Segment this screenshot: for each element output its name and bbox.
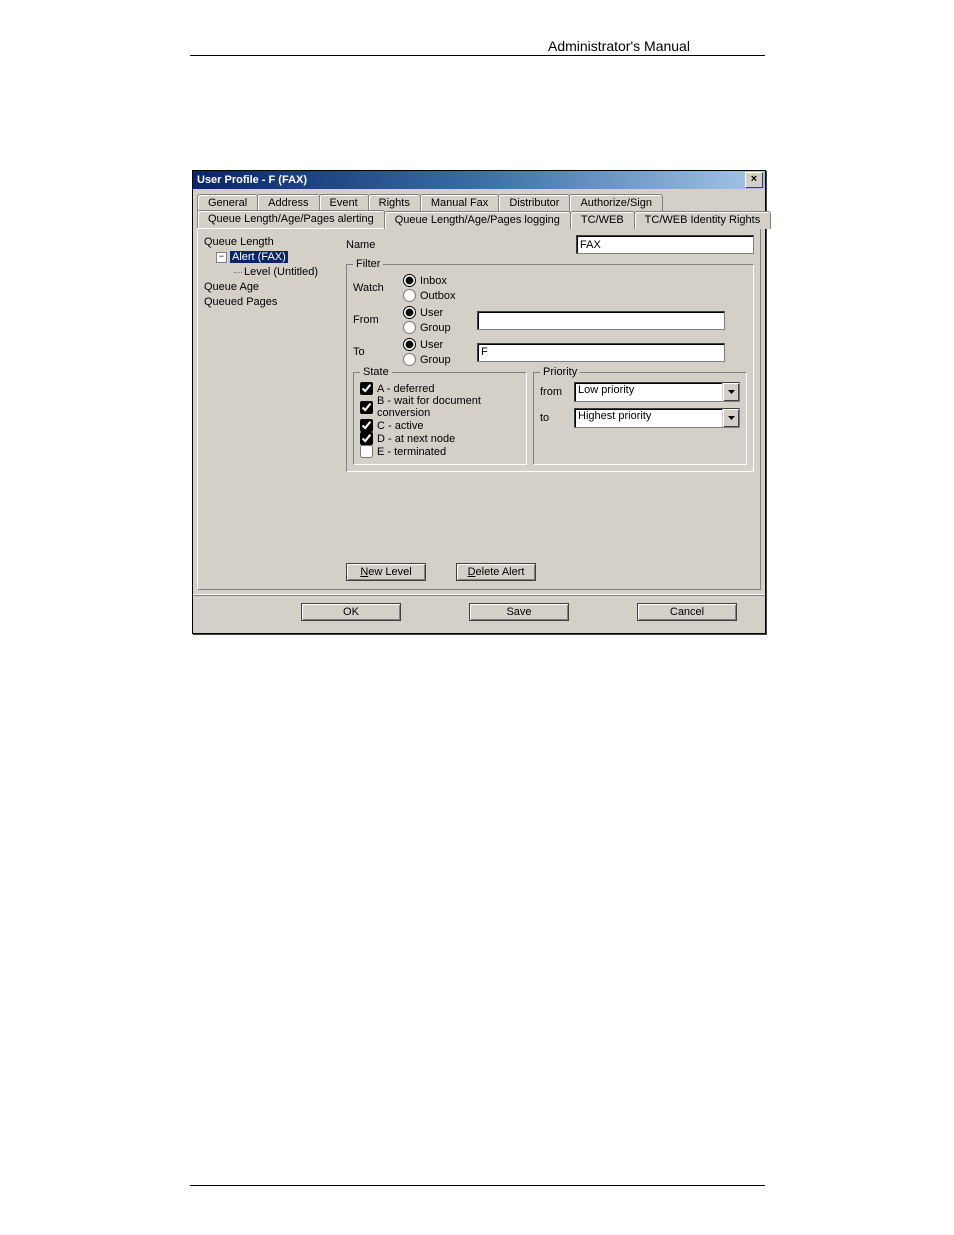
- save-button[interactable]: Save: [469, 603, 569, 621]
- tab-distributor[interactable]: Distributor: [498, 194, 570, 211]
- page-header: Administrator's Manual: [548, 38, 690, 54]
- tree-selected-label: Alert (FAX): [230, 251, 288, 263]
- to-label: To: [353, 346, 397, 358]
- tab-general[interactable]: General: [197, 194, 258, 211]
- titlebar: User Profile - F (FAX) ×: [193, 171, 765, 189]
- priority-from-select[interactable]: Low priority: [574, 382, 740, 402]
- name-input[interactable]: [576, 235, 754, 254]
- collapse-icon[interactable]: −: [216, 252, 227, 263]
- from-input[interactable]: [477, 311, 725, 330]
- state-a-option[interactable]: A - deferred: [360, 382, 520, 395]
- dialog-window: User Profile - F (FAX) × General Address…: [192, 170, 766, 634]
- header-rule: [190, 55, 765, 56]
- watch-outbox-radio[interactable]: [403, 289, 416, 302]
- to-user-radio[interactable]: [403, 338, 416, 351]
- from-group-radio[interactable]: [403, 321, 416, 334]
- state-b-check[interactable]: [360, 401, 373, 414]
- state-group: State A - deferred B - wait for document…: [353, 366, 527, 465]
- tab-rights[interactable]: Rights: [368, 194, 421, 211]
- cancel-button[interactable]: Cancel: [637, 603, 737, 621]
- to-user-option[interactable]: User: [403, 338, 477, 351]
- priority-group: Priority from Low priority: [533, 366, 747, 465]
- priority-to-select[interactable]: Highest priority: [574, 408, 740, 428]
- close-button[interactable]: ×: [745, 172, 763, 188]
- tab-tcweb[interactable]: TC/WEB: [570, 211, 635, 229]
- watch-inbox-option[interactable]: Inbox: [403, 274, 477, 287]
- state-e-check[interactable]: [360, 445, 373, 458]
- tab-address[interactable]: Address: [257, 194, 319, 211]
- footer-rule: [190, 1185, 765, 1186]
- watch-outbox-option[interactable]: Outbox: [403, 289, 477, 302]
- form-pane: Name Filter Watch Inbox: [346, 235, 754, 478]
- tab-authorize-sign[interactable]: Authorize/Sign: [569, 194, 663, 211]
- tab-queue-alerting[interactable]: Queue Length/Age/Pages alerting: [197, 210, 385, 228]
- state-a-check[interactable]: [360, 382, 373, 395]
- state-d-option[interactable]: D - at next node: [360, 432, 520, 445]
- state-legend: State: [360, 366, 392, 378]
- from-label: From: [353, 314, 397, 326]
- tab-body: Queue Length −Alert (FAX) Level (Untitle…: [197, 228, 761, 590]
- state-e-option[interactable]: E - terminated: [360, 445, 520, 458]
- to-input[interactable]: [477, 343, 725, 362]
- tree-view[interactable]: Queue Length −Alert (FAX) Level (Untitle…: [204, 235, 342, 310]
- tree-node-alert[interactable]: −Alert (FAX): [204, 250, 342, 265]
- dialog-buttons: OK Save Cancel: [193, 594, 765, 633]
- window-title: User Profile - F (FAX): [197, 174, 745, 186]
- state-d-check[interactable]: [360, 432, 373, 445]
- close-icon: ×: [751, 173, 757, 185]
- priority-to-label: to: [540, 412, 568, 424]
- name-label: Name: [346, 239, 390, 251]
- to-group-radio[interactable]: [403, 353, 416, 366]
- from-group-option[interactable]: Group: [403, 321, 477, 334]
- tree-node-queued-pages[interactable]: Queued Pages: [204, 295, 342, 310]
- tree-node-queue-age[interactable]: Queue Age: [204, 280, 342, 295]
- to-group-option[interactable]: Group: [403, 353, 477, 366]
- tab-queue-logging[interactable]: Queue Length/Age/Pages logging: [384, 211, 571, 229]
- new-level-button[interactable]: New Level: [346, 563, 426, 581]
- chevron-down-icon[interactable]: [722, 409, 739, 427]
- tree-node-level[interactable]: Level (Untitled): [204, 265, 342, 280]
- chevron-down-icon[interactable]: [722, 383, 739, 401]
- priority-from-label: from: [540, 386, 568, 398]
- filter-group: Filter Watch Inbox Outbox: [346, 258, 754, 472]
- watch-label: Watch: [353, 282, 397, 294]
- ok-button[interactable]: OK: [301, 603, 401, 621]
- priority-legend: Priority: [540, 366, 580, 378]
- from-user-radio[interactable]: [403, 306, 416, 319]
- tree-node-queue-length[interactable]: Queue Length: [204, 235, 342, 250]
- state-b-option[interactable]: B - wait for document conversion: [360, 395, 520, 419]
- tab-manual-fax[interactable]: Manual Fax: [420, 194, 499, 211]
- tab-tcweb-identity[interactable]: TC/WEB Identity Rights: [634, 211, 772, 229]
- tab-strip: General Address Event Rights Manual Fax …: [193, 189, 765, 228]
- state-c-check[interactable]: [360, 419, 373, 432]
- delete-alert-button[interactable]: Delete Alert: [456, 563, 536, 581]
- tab-event[interactable]: Event: [319, 194, 369, 211]
- filter-legend: Filter: [353, 258, 383, 270]
- state-c-option[interactable]: C - active: [360, 419, 520, 432]
- watch-inbox-radio[interactable]: [403, 274, 416, 287]
- from-user-option[interactable]: User: [403, 306, 477, 319]
